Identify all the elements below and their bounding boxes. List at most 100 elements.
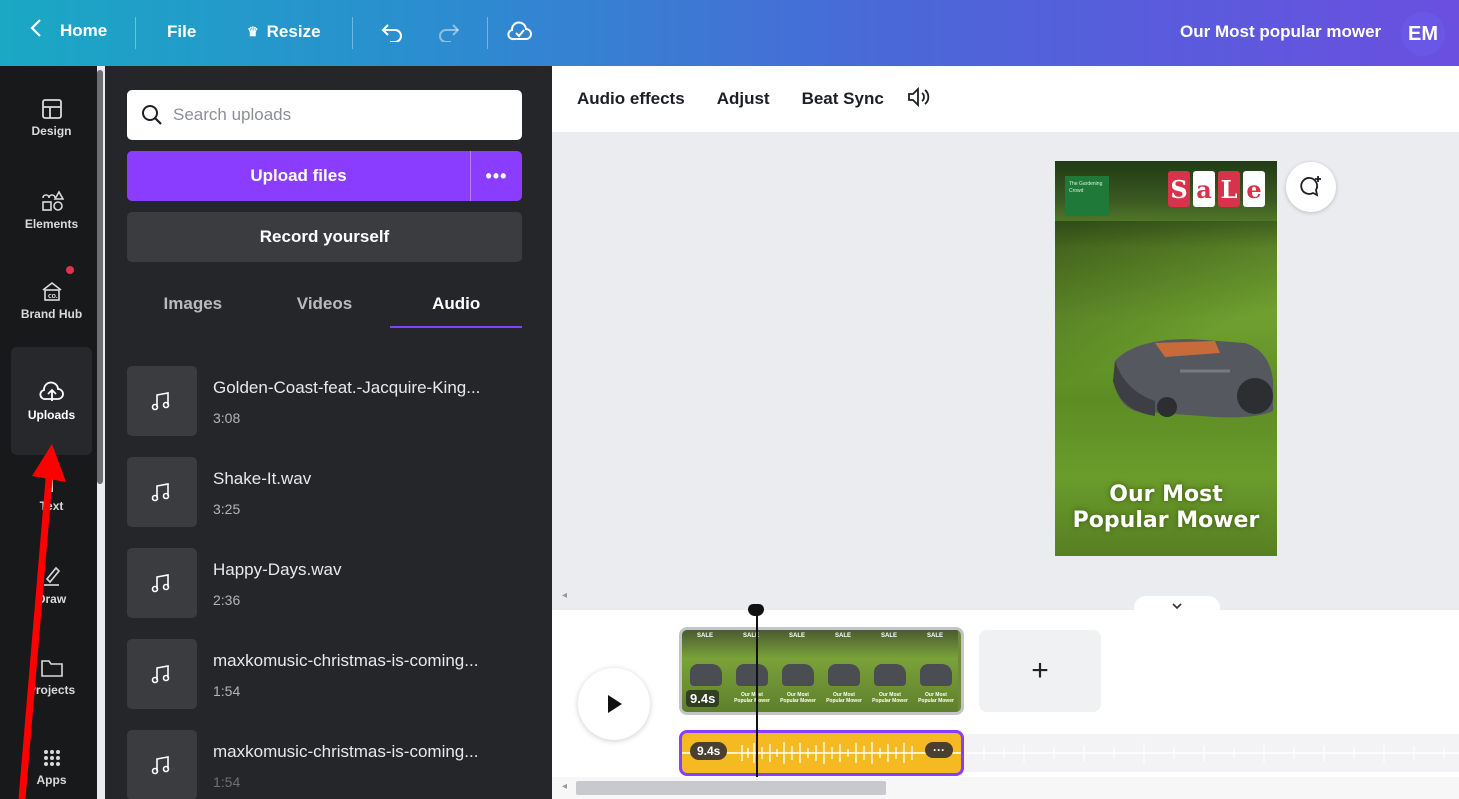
audio-file-name: maxkomusic-christmas-is-coming...: [213, 742, 479, 761]
music-note-icon: [151, 574, 170, 593]
comment-add-icon: [1300, 176, 1321, 197]
audio-list-item[interactable]: Shake-It.wav 3:25: [127, 457, 527, 548]
tab-audio[interactable]: Audio: [390, 280, 522, 328]
playhead-line: [756, 607, 758, 777]
crown-icon: ♛: [247, 24, 259, 39]
sale-letter: e: [1243, 171, 1265, 207]
chevron-left-icon: ◂: [562, 781, 568, 792]
audio-duration: 1:54: [213, 774, 241, 790]
divider: [487, 17, 488, 49]
file-label: File: [167, 22, 197, 41]
robot-mower-image: [1113, 339, 1273, 418]
chevron-down-icon: [1172, 603, 1182, 610]
audio-list-item[interactable]: Golden-Coast-feat.-Jacquire-King... 3:08: [127, 366, 527, 457]
audio-file-name: maxkomusic-christmas-is-coming...: [213, 651, 479, 670]
audio-effects-button[interactable]: Audio effects: [577, 89, 685, 109]
audio-list-item[interactable]: maxkomusic-christmas-is-coming... 1:54: [127, 730, 527, 799]
beat-sync-button[interactable]: Beat Sync: [802, 89, 884, 109]
audio-duration-badge: 9.4s: [690, 742, 728, 760]
audio-list-item[interactable]: maxkomusic-christmas-is-coming... 1:54: [127, 639, 527, 730]
file-menu-button[interactable]: File: [167, 22, 196, 42]
redo-icon[interactable]: [437, 22, 461, 47]
undo-icon[interactable]: [380, 22, 404, 47]
home-label: Home: [60, 20, 108, 40]
record-yourself-button[interactable]: Record yourself: [127, 212, 522, 262]
rail-item-brand-hub[interactable]: CO. Brand Hub: [11, 246, 92, 354]
add-clip-button[interactable]: +: [979, 630, 1101, 712]
resize-button[interactable]: ♛ Resize: [247, 22, 321, 42]
audio-file-name: Golden-Coast-feat.-Jacquire-King...: [213, 378, 481, 397]
divider: [352, 17, 353, 49]
audio-track-clip[interactable]: 9.4s ···: [679, 730, 964, 776]
rail-label: Uploads: [27, 408, 76, 422]
more-options-button[interactable]: •••: [470, 151, 522, 201]
search-icon: [142, 105, 162, 125]
sale-letter: a: [1193, 171, 1215, 207]
rail-label: Design: [31, 124, 72, 138]
timeline-scrollbar[interactable]: ◂: [552, 777, 1459, 799]
audio-thumbnail: [127, 548, 197, 618]
sale-graphic: S a L e: [1168, 171, 1265, 207]
music-note-icon: [151, 756, 170, 775]
music-note-icon: [151, 483, 170, 502]
audio-list: Golden-Coast-feat.-Jacquire-King... 3:08…: [127, 366, 527, 799]
playhead-handle[interactable]: [748, 604, 764, 616]
resize-label: Resize: [266, 22, 321, 41]
layout-icon: [41, 99, 62, 119]
audio-list-item[interactable]: Happy-Days.wav 2:36: [127, 548, 527, 639]
volume-icon[interactable]: [906, 86, 932, 113]
home-button[interactable]: Home: [30, 18, 107, 43]
search-input[interactable]: [173, 105, 493, 125]
brand-logo: The Gardening Crowd: [1065, 176, 1109, 216]
top-toolbar: Home File ♛ Resize Our Most popular mowe…: [0, 0, 1459, 66]
audio-duration: 2:36: [213, 592, 241, 608]
audio-file-name: Happy-Days.wav: [213, 560, 342, 579]
cloud-upload-icon: [39, 381, 64, 401]
add-comment-button[interactable]: [1286, 162, 1336, 212]
clip-frame: SALE Our Most Popular Mower: [866, 630, 912, 712]
tab-images[interactable]: Images: [127, 280, 259, 328]
project-title[interactable]: Our Most popular mower: [1180, 22, 1381, 42]
adjust-button[interactable]: Adjust: [717, 89, 770, 109]
timeline-toggle[interactable]: [1134, 596, 1220, 616]
timeline-scroll-top[interactable]: ◂: [552, 588, 1459, 610]
upload-files-button-group: Upload files •••: [127, 151, 522, 201]
brand-hub-icon: CO.: [42, 281, 61, 301]
clip-duration-badge: 9.4s: [686, 690, 720, 707]
audio-duration: 3:08: [213, 410, 241, 426]
audio-duration: 3:25: [213, 501, 241, 517]
uploads-panel: Upload files ••• Record yourself Images …: [105, 66, 552, 799]
divider: [135, 17, 136, 49]
editor-area: Audio effects Adjust Beat Sync The Garde…: [552, 66, 1459, 799]
scrollbar-thumb[interactable]: [576, 781, 886, 795]
chevron-left-icon: [30, 18, 42, 43]
rail-scrollbar[interactable]: [97, 66, 105, 486]
play-icon: [608, 695, 622, 713]
play-button[interactable]: [578, 668, 650, 740]
design-canvas[interactable]: The Gardening Crowd S a L e Our Most Pop…: [1055, 161, 1277, 556]
audio-file-name: Shake-It.wav: [213, 469, 312, 488]
search-box[interactable]: [127, 90, 522, 140]
clip-frame: SALE Our Most Popular Mower: [912, 630, 958, 712]
design-title-line: Our Most: [1109, 482, 1223, 507]
waveform: [964, 743, 1459, 763]
sale-letter: S: [1168, 171, 1190, 207]
clip-frame: SALE Our Most Popular Mower: [774, 630, 820, 712]
clip-frame: SALE Our Most Popular Mower: [728, 630, 774, 712]
music-note-icon: [151, 665, 170, 684]
design-title-line: Popular Mower: [1072, 508, 1260, 533]
svg-text:CO.: CO.: [48, 294, 58, 300]
context-toolbar: Audio effects Adjust Beat Sync: [552, 66, 1459, 132]
tab-videos[interactable]: Videos: [259, 280, 391, 328]
audio-thumbnail: [127, 730, 197, 799]
audio-thumbnail: [127, 457, 197, 527]
audio-more-button[interactable]: ···: [925, 742, 953, 758]
cloud-saved-icon[interactable]: [507, 20, 533, 47]
avatar[interactable]: EM: [1401, 12, 1445, 56]
video-clip[interactable]: SALE SALE Our Most Popular Mower SALE Our …: [679, 627, 964, 715]
audio-thumbnail: [127, 366, 197, 436]
upload-tabs: Images Videos Audio: [127, 280, 522, 328]
annotation-arrow: [18, 444, 66, 799]
audio-track-extension: [964, 734, 1459, 772]
upload-files-button[interactable]: Upload files: [127, 151, 470, 201]
